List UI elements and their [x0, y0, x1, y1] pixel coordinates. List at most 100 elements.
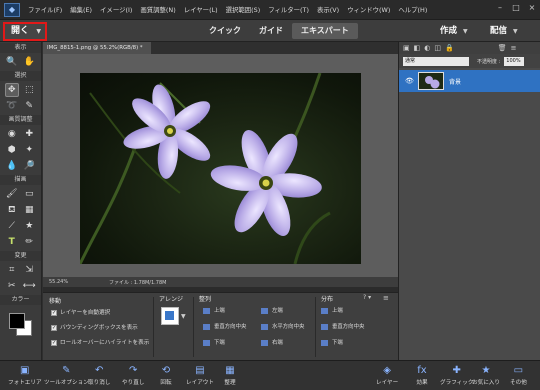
- align-left[interactable]: 左端: [261, 306, 283, 314]
- rollover-highlight-checkbox[interactable]: ✓ ロールオーバーにハイライトを表示: [51, 338, 149, 346]
- align-bottom-icon: [203, 339, 210, 346]
- align-hcenter-icon: [261, 323, 268, 330]
- distribute-vcenter[interactable]: 垂直方向中央: [321, 322, 364, 330]
- layout-icon: ▤: [195, 364, 205, 376]
- menu-enhance[interactable]: 画質調整(N): [136, 5, 179, 14]
- align-right[interactable]: 右端: [261, 338, 283, 346]
- crop-icon[interactable]: ⌗: [5, 263, 19, 277]
- layer-row-background[interactable]: 👁 背景: [399, 70, 540, 92]
- foreground-color-swatch[interactable]: [9, 313, 25, 329]
- menu-file[interactable]: ファイル(F): [24, 5, 66, 14]
- layers-button[interactable]: ◈ レイヤー: [376, 363, 398, 387]
- align-hcenter[interactable]: 水平方向中央: [261, 322, 304, 330]
- tool-options-button[interactable]: ✎ ツールオプション: [44, 363, 89, 387]
- minimize-button[interactable]: –: [492, 0, 508, 16]
- section-draw: 描画: [0, 175, 41, 185]
- straighten-icon[interactable]: ⟷: [22, 279, 36, 293]
- menu-help[interactable]: ヘルプ(H): [394, 5, 431, 14]
- favorites-button[interactable]: ★ お気に入り: [472, 363, 500, 387]
- help-icon[interactable]: ? ▾: [363, 294, 371, 301]
- type-icon[interactable]: T: [5, 235, 19, 249]
- opacity-label: 不透明度 :: [477, 58, 501, 65]
- shape-icon[interactable]: ★: [22, 219, 36, 233]
- sponge-icon[interactable]: ✦: [22, 143, 36, 157]
- eraser-icon[interactable]: ▭: [22, 187, 36, 201]
- pencil-icon[interactable]: ✏: [22, 235, 36, 249]
- spot-heal-icon[interactable]: ✚: [22, 127, 36, 141]
- move-tool-icon[interactable]: ✥: [4, 83, 19, 97]
- eyedropper-icon[interactable]: ⟋: [5, 219, 19, 233]
- tab-guided[interactable]: ガイド: [250, 23, 292, 39]
- menu-view[interactable]: 表示(V): [313, 5, 343, 14]
- distribute-bottom[interactable]: 下端: [321, 338, 343, 346]
- graphics-button[interactable]: ✚ グラフィック: [440, 363, 473, 387]
- tab-quick[interactable]: クイック: [200, 23, 250, 39]
- zoom-icon[interactable]: 🔍: [5, 55, 19, 69]
- mask-icon[interactable]: ◫: [434, 44, 441, 52]
- align-bottom[interactable]: 下端: [203, 338, 225, 346]
- undo-button[interactable]: ↶ 取り消し: [88, 363, 110, 387]
- bounding-box-checkbox[interactable]: ✓ バウンディングボックスを表示: [51, 323, 138, 331]
- bucket-icon[interactable]: ⛾: [5, 203, 19, 217]
- drop-icon[interactable]: 💧: [5, 159, 19, 173]
- open-button[interactable]: 開く ▼: [3, 22, 47, 41]
- blend-mode-select[interactable]: 通常: [403, 56, 469, 66]
- dodge-icon[interactable]: 🔎: [22, 159, 36, 173]
- adjustment-icon[interactable]: ◐: [424, 44, 430, 52]
- menu-image[interactable]: イメージ(I): [96, 5, 136, 14]
- auto-select-checkbox[interactable]: ✓ レイヤーを自動選択: [51, 308, 110, 316]
- create-button[interactable]: 作成 ▼: [440, 24, 468, 36]
- tab-expert[interactable]: エキスパート: [292, 23, 358, 39]
- align-top[interactable]: 上端: [203, 306, 225, 314]
- checkbox-auto-select[interactable]: ✓: [51, 309, 57, 316]
- quick-select-icon[interactable]: ✎: [22, 99, 36, 113]
- photo-bin-button[interactable]: ▣ フォトエリア: [8, 363, 42, 387]
- section-select: 選択: [0, 71, 41, 81]
- distribute-vcenter-icon: [321, 323, 328, 330]
- distribute-top[interactable]: 上端: [321, 306, 343, 314]
- options-menu-icon[interactable]: ≡: [383, 294, 389, 302]
- recompose-icon[interactable]: ⇲: [22, 263, 36, 277]
- menu-layer[interactable]: レイヤー(L): [180, 5, 222, 14]
- stamp-icon[interactable]: ⬢: [5, 143, 19, 157]
- lock-icon[interactable]: 🔒: [445, 44, 454, 52]
- zoom-level[interactable]: 55.24%: [43, 279, 73, 285]
- lasso-icon[interactable]: ➰: [5, 99, 19, 113]
- menu-filter[interactable]: フィルター(T): [264, 5, 313, 14]
- brush-icon[interactable]: 🖌: [5, 187, 19, 201]
- rotate-button[interactable]: ⟲ 回転: [158, 363, 174, 387]
- menu-window[interactable]: ウィンドウ(W): [343, 5, 394, 14]
- align-top-icon: [203, 307, 210, 314]
- arrange-dropdown-icon[interactable]: ▼: [181, 313, 186, 320]
- arrange-icon[interactable]: [161, 307, 179, 325]
- group-icon[interactable]: ◧: [414, 44, 421, 52]
- close-button[interactable]: ×: [524, 0, 540, 16]
- layout-button[interactable]: ▤ レイアウト: [186, 363, 214, 387]
- effects-button[interactable]: fx 効果: [414, 363, 430, 387]
- align-right-label: 右端: [272, 340, 283, 346]
- checkbox-bounding-box[interactable]: ✓: [51, 324, 57, 331]
- content-move-icon[interactable]: ✂: [5, 279, 19, 293]
- document-tab[interactable]: IMG_8815-1.png @ 55.2%(RGB/8) *: [43, 42, 151, 54]
- align-vcenter[interactable]: 垂直方向中央: [203, 322, 246, 330]
- hand-icon[interactable]: ✋: [22, 55, 36, 69]
- checkbox-rollover[interactable]: ✓: [51, 339, 57, 346]
- marquee-icon[interactable]: ⬚: [22, 83, 36, 97]
- eye-icon[interactable]: ◉: [5, 127, 19, 141]
- redo-button[interactable]: ↷ やり直し: [122, 363, 144, 387]
- new-layer-icon[interactable]: ▣: [403, 44, 410, 52]
- fx-icon: fx: [417, 364, 427, 376]
- divider: [153, 297, 154, 357]
- panel-menu-icon[interactable]: ≡: [511, 44, 517, 52]
- maximize-button[interactable]: □: [508, 0, 524, 16]
- menu-edit[interactable]: 編集(E): [66, 5, 96, 14]
- share-button[interactable]: 配信 ▼: [490, 24, 518, 36]
- gradient-icon[interactable]: ▦: [22, 203, 36, 217]
- opacity-field[interactable]: 100%: [504, 56, 525, 66]
- visibility-eye-icon[interactable]: 👁: [405, 77, 414, 85]
- menu-select[interactable]: 選択範囲(S): [222, 5, 265, 14]
- trash-icon[interactable]: 🗑: [498, 44, 507, 52]
- organize-button[interactable]: ▦ 整理: [222, 363, 238, 387]
- more-button[interactable]: ▭ その他: [510, 363, 527, 387]
- canvas-area[interactable]: [43, 54, 398, 277]
